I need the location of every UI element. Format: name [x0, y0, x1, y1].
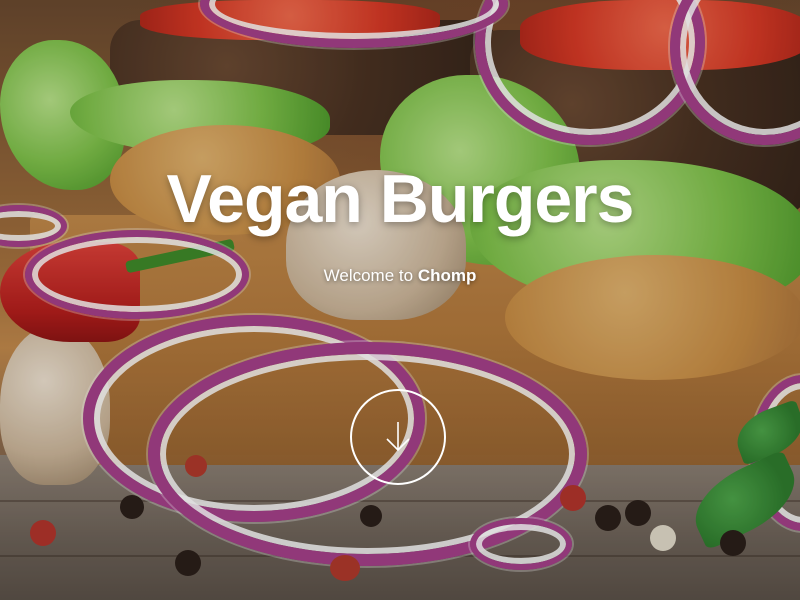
dark-overlay	[0, 0, 800, 600]
brand-name: Chomp	[417, 266, 477, 285]
hero-section: Vegan Burgers Welcome to Chomp	[0, 0, 800, 600]
arrow-down-icon	[386, 422, 410, 452]
subtitle-prefix: Welcome to	[323, 266, 414, 285]
hero-title: Vegan Burgers	[166, 161, 635, 237]
scroll-down-button[interactable]	[350, 389, 446, 485]
hero-subtitle: Welcome to Chomp	[0, 266, 800, 286]
